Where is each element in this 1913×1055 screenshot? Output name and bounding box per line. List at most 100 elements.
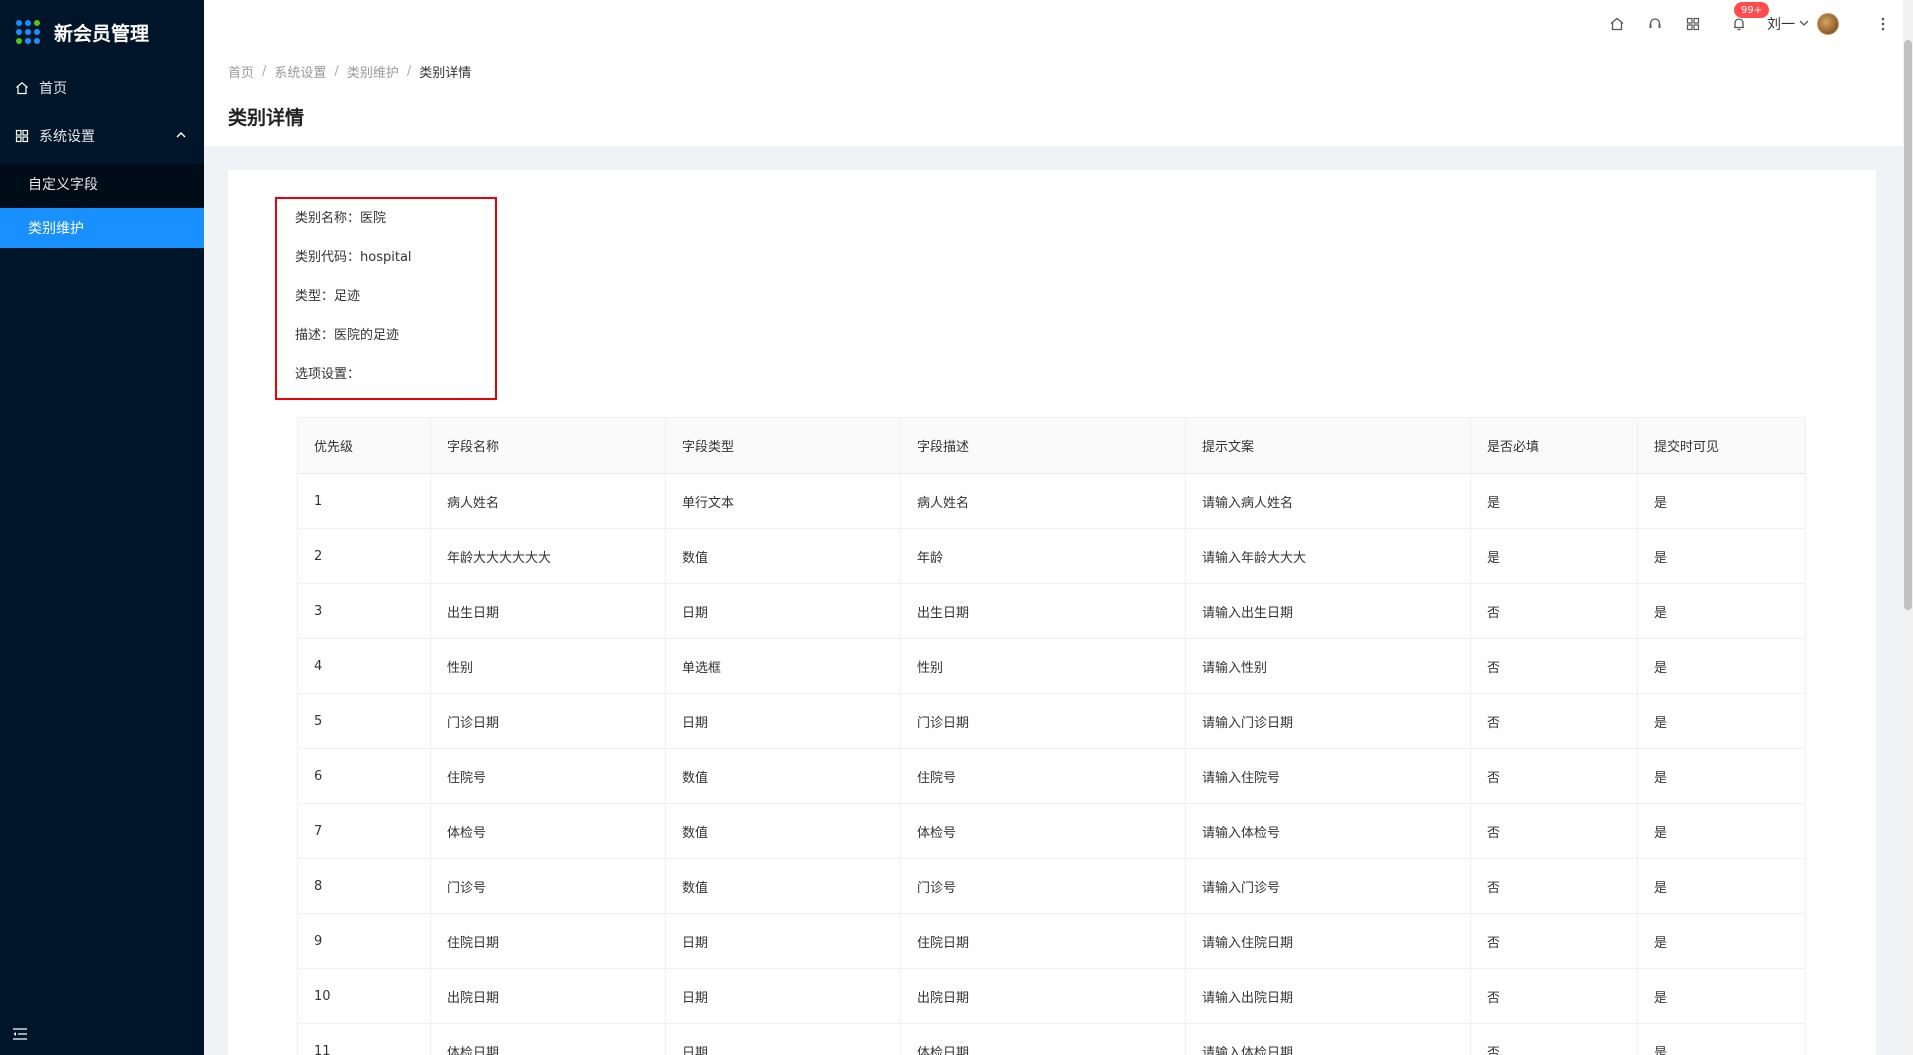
column-header-field-description: 字段描述 <box>900 417 1186 474</box>
scrollbar-thumb[interactable] <box>1904 40 1912 610</box>
column-header-visible-on-submit: 提交时可见 <box>1637 417 1806 474</box>
breadcrumb-current: 类别详情 <box>419 66 472 81</box>
sidebar-item-home[interactable]: 首页 <box>0 64 204 112</box>
category-description-row: 描述： 医院的足迹 <box>295 326 495 365</box>
cell-visible-on-submit: 是 <box>1637 968 1806 1024</box>
category-description-value: 医院的足迹 <box>334 328 400 343</box>
appstore-icon[interactable] <box>1683 14 1703 34</box>
app-title: 新会员管理 <box>54 22 150 45</box>
category-type-row: 类型： 足迹 <box>295 287 495 326</box>
page-scrollbar[interactable] <box>1903 0 1913 1055</box>
cell-field-description: 年龄 <box>900 528 1186 584</box>
table-body: 1 病人姓名 单行文本 病人姓名 请输入病人姓名是是 2 年龄大大大大大大 数值 年龄 请输入年龄… <box>297 473 1806 1055</box>
detail-card: 类别名称： 医院 类别代码： hospital 类型： 足迹 描述： 医院的足迹… <box>228 170 1876 1055</box>
category-code-row: 类别代码： hospital <box>295 248 495 287</box>
cell-visible-on-submit: 是 <box>1637 638 1806 694</box>
column-header-field-type: 字段类型 <box>665 417 901 474</box>
cell-field-name: 住院日期 <box>430 913 666 969</box>
category-code-value: hospital <box>360 250 412 265</box>
cell-priority: 6 <box>297 748 431 804</box>
cell-priority: 5 <box>297 693 431 749</box>
table-row: 2 年龄大大大大大大 数值 年龄 请输入年龄大大大是是 <box>297 528 1806 584</box>
header-actions: 99+ 刘一 <box>1589 0 1893 48</box>
cell-field-type: 日期 <box>665 583 901 639</box>
cell-field-type: 日期 <box>665 1023 901 1055</box>
cell-hint-text: 请输入年龄大大大 <box>1185 528 1471 584</box>
column-header-priority: 优先级 <box>297 417 431 474</box>
cell-hint-text: 请输入门诊号 <box>1185 858 1471 914</box>
cell-hint-text: 请输入住院号 <box>1185 748 1471 804</box>
cell-hint-text: 请输入住院日期 <box>1185 913 1471 969</box>
cell-priority: 10 <box>297 968 431 1024</box>
cell-priority: 11 <box>297 1023 431 1055</box>
sidebar-item-system-settings[interactable]: 系统设置 <box>0 112 204 160</box>
category-name-row: 类别名称： 医院 <box>295 209 495 248</box>
cell-required: 否 <box>1470 803 1638 859</box>
sidebar-item-label: 系统设置 <box>39 129 95 145</box>
cell-field-name: 年龄大大大大大大 <box>430 528 666 584</box>
app-logo[interactable]: 新会员管理 <box>0 0 204 64</box>
cell-hint-text: 请输入性别 <box>1185 638 1471 694</box>
category-name-value: 医院 <box>360 211 387 226</box>
cell-field-description: 门诊号 <box>900 858 1186 914</box>
cell-visible-on-submit: 是 <box>1637 803 1806 859</box>
category-description-label: 描述： <box>295 328 335 343</box>
cell-field-description: 性别 <box>900 638 1186 694</box>
cell-required: 是 <box>1470 473 1638 529</box>
table-row: 4 性别 单选框 性别 请输入性别否是 <box>297 638 1806 694</box>
cell-field-type: 日期 <box>665 968 901 1024</box>
cell-field-name: 出生日期 <box>430 583 666 639</box>
more-vertical-icon[interactable] <box>1873 14 1893 34</box>
menu-fold-icon[interactable] <box>12 1027 30 1045</box>
cell-hint-text: 请输入门诊日期 <box>1185 693 1471 749</box>
cell-required: 否 <box>1470 748 1638 804</box>
cell-field-name: 体检日期 <box>430 1023 666 1055</box>
cell-field-description: 体检号 <box>900 803 1186 859</box>
cell-priority: 7 <box>297 803 431 859</box>
cell-required: 否 <box>1470 583 1638 639</box>
breadcrumb-category-maintenance[interactable]: 类别维护 <box>347 62 399 81</box>
cell-field-description: 住院号 <box>900 748 1186 804</box>
fields-table-wrapper: 优先级 字段名称 字段类型 字段描述 提示文案 是否必填 提交时可见 1 病人姓名 单行文本 病人… <box>297 417 1806 1055</box>
sidebar-item-custom-fields[interactable]: 自定义字段 <box>0 164 204 204</box>
cell-hint-text: 请输入出院日期 <box>1185 968 1471 1024</box>
cell-visible-on-submit: 是 <box>1637 693 1806 749</box>
category-code-label: 类别代码： <box>295 250 361 265</box>
cell-field-name: 性别 <box>430 638 666 694</box>
table-row: 11 体检日期 日期 体检日期 请输入体检日期否是 <box>297 1023 1806 1055</box>
table-row: 10 出院日期 日期 出院日期 请输入出院日期否是 <box>297 968 1806 1024</box>
appstore-icon <box>14 128 30 144</box>
customer-service-icon[interactable] <box>1645 14 1665 34</box>
user-name: 刘一 <box>1767 17 1795 33</box>
sidebar-item-label: 自定义字段 <box>28 177 98 193</box>
cell-field-description: 门诊日期 <box>900 693 1186 749</box>
category-info-highlight: 类别名称： 医院 类别代码： hospital 类型： 足迹 描述： 医院的足迹… <box>275 197 497 400</box>
table-header-row: 优先级 字段名称 字段类型 字段描述 提示文案 是否必填 提交时可见 <box>297 417 1806 474</box>
chevron-up-icon <box>176 131 186 142</box>
category-type-label: 类型： <box>295 289 335 304</box>
sidebar-item-label: 首页 <box>39 81 67 97</box>
breadcrumb-home[interactable]: 首页 <box>228 62 254 81</box>
cell-field-type: 日期 <box>665 693 901 749</box>
cell-field-type: 数值 <box>665 803 901 859</box>
cell-priority: 3 <box>297 583 431 639</box>
cell-required: 是 <box>1470 528 1638 584</box>
app-grid-icon <box>16 20 40 44</box>
table-row: 6 住院号 数值 住院号 请输入住院号否是 <box>297 748 1806 804</box>
cell-hint-text: 请输入病人姓名 <box>1185 473 1471 529</box>
cell-field-name: 体检号 <box>430 803 666 859</box>
cell-field-type: 单行文本 <box>665 473 901 529</box>
cell-hint-text: 请输入体检日期 <box>1185 1023 1471 1055</box>
cell-field-type: 数值 <box>665 858 901 914</box>
cell-field-description: 病人姓名 <box>900 473 1186 529</box>
sidebar-item-category-maintenance[interactable]: 类别维护 <box>0 208 204 248</box>
breadcrumb-system-settings[interactable]: 系统设置 <box>274 62 326 81</box>
cell-field-description: 出院日期 <box>900 968 1186 1024</box>
cell-visible-on-submit: 是 <box>1637 1023 1806 1055</box>
sidebar: 新会员管理 首页 系统设置 自定义字段 类别维护 <box>0 0 204 1055</box>
table-row: 3 出生日期 日期 出生日期 请输入出生日期否是 <box>297 583 1806 639</box>
home-icon[interactable] <box>1607 14 1627 34</box>
user-menu[interactable]: 刘一 <box>1767 13 1839 35</box>
bell-icon[interactable]: 99+ <box>1729 1 1771 34</box>
fields-table: 优先级 字段名称 字段类型 字段描述 提示文案 是否必填 提交时可见 1 病人姓名 单行文本 病人… <box>297 417 1806 1055</box>
